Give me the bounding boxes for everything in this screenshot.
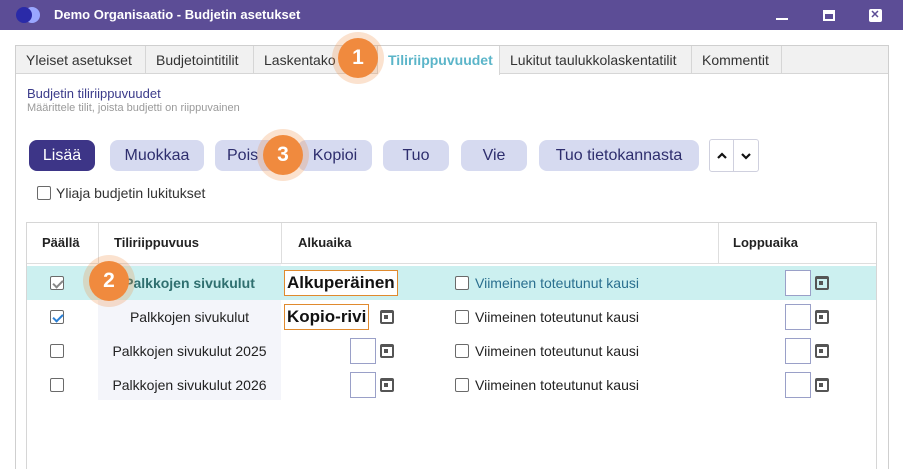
step-badge: 3 — [263, 135, 303, 175]
calendar-icon[interactable] — [815, 310, 829, 324]
edit-button[interactable]: Muokkaa — [110, 140, 204, 171]
tab-account-dependencies[interactable]: Tiliriippuvuudet — [378, 46, 500, 75]
column-header-enabled: Päällä — [42, 235, 80, 250]
table-row[interactable]: Palkkojen sivukulut 2026 Viimeinen toteu… — [27, 368, 876, 402]
start-date-input[interactable] — [350, 372, 376, 398]
add-button[interactable]: Lisää — [29, 140, 95, 171]
end-date-input[interactable] — [785, 338, 811, 364]
move-down-button[interactable] — [734, 140, 758, 171]
end-date-input[interactable] — [785, 372, 811, 398]
table-row[interactable]: Palkkojen sivukulut 2025 Viimeinen toteu… — [27, 334, 876, 368]
column-header-start: Alkuaika — [298, 235, 352, 250]
latest-period-checkbox[interactable] — [455, 310, 469, 324]
end-date-input[interactable] — [785, 270, 811, 296]
window-title: Demo Organisaatio - Budjetin asetukset — [54, 7, 301, 22]
override-locks-checkbox[interactable] — [37, 186, 51, 200]
calendar-icon[interactable] — [815, 276, 829, 290]
latest-period-checkbox[interactable] — [455, 276, 469, 290]
latest-period-checkbox[interactable] — [455, 378, 469, 392]
section-subtitle: Määrittele tilit, joista budjetti on rii… — [27, 102, 240, 114]
step-badge: 1 — [338, 38, 378, 78]
step-badge: 2 — [89, 261, 129, 301]
calendar-icon[interactable] — [815, 344, 829, 358]
calendar-icon[interactable] — [815, 378, 829, 392]
latest-period-label: Viimeinen toteutunut kausi — [475, 275, 639, 291]
settings-panel: Yleiset asetukset Budjetointitilit Laske… — [15, 45, 889, 469]
latest-period-option[interactable]: Viimeinen toteutunut kausi — [455, 300, 639, 334]
override-locks-option[interactable]: Yliaja budjetin lukitukset — [37, 185, 205, 201]
enabled-checkbox[interactable] — [50, 378, 64, 392]
export-button[interactable]: Vie — [461, 140, 527, 171]
minimize-button[interactable] — [767, 0, 797, 30]
calendar-icon[interactable] — [380, 310, 394, 324]
column-header-dependency: Tiliriippuvuus — [114, 235, 199, 250]
enabled-checkbox[interactable] — [50, 310, 64, 324]
minimize-icon — [776, 18, 788, 20]
latest-period-label: Viimeinen toteutunut kausi — [475, 343, 639, 359]
close-icon: ✕ — [868, 8, 882, 22]
move-buttons — [709, 139, 759, 172]
end-date-input[interactable] — [785, 304, 811, 330]
tab-budget-accounts[interactable]: Budjetointitilit — [146, 46, 254, 74]
start-date-input[interactable] — [350, 338, 376, 364]
chevron-up-icon — [716, 151, 727, 159]
start-date-input[interactable]: Alkuperäinen — [284, 270, 398, 296]
tab-locked-spreadsheet-accounts[interactable]: Lukitut taulukkolaskentatilit — [500, 46, 692, 74]
copy-button[interactable]: Kopioi — [298, 140, 372, 171]
start-date-input[interactable]: Kopio-rivi — [284, 304, 370, 330]
section-title: Budjetin tiliriippuvuudet — [27, 86, 161, 101]
latest-period-option[interactable]: Viimeinen toteutunut kausi — [455, 266, 639, 300]
calendar-icon[interactable] — [380, 378, 394, 392]
latest-period-option[interactable]: Viimeinen toteutunut kausi — [455, 368, 639, 402]
window-titlebar: Demo Organisaatio - Budjetin asetukset ✕ — [0, 0, 903, 30]
enabled-checkbox[interactable] — [50, 276, 64, 290]
latest-period-label: Viimeinen toteutunut kausi — [475, 377, 639, 393]
close-button[interactable]: ✕ — [860, 0, 890, 30]
import-from-database-button[interactable]: Tuo tietokannasta — [539, 140, 699, 171]
latest-period-label: Viimeinen toteutunut kausi — [475, 309, 639, 325]
column-header-end: Loppuaika — [733, 235, 799, 250]
tab-bar: Yleiset asetukset Budjetointitilit Laske… — [16, 46, 888, 75]
maximize-button[interactable] — [814, 0, 844, 30]
override-locks-label: Yliaja budjetin lukitukset — [56, 185, 206, 201]
dependency-name: Palkkojen sivukulut 2026 — [112, 377, 267, 393]
maximize-icon — [823, 9, 835, 21]
table-row[interactable]: Palkkojen sivukulut Kopio-rivi Viimeinen… — [27, 300, 876, 334]
dependency-name: Palkkojen sivukulut 2025 — [112, 343, 267, 359]
table-row[interactable]: Palkkojen sivukulut Alkuperäinen Viimein… — [27, 266, 876, 300]
calendar-icon[interactable] — [380, 344, 394, 358]
move-up-button[interactable] — [710, 140, 734, 171]
tab-general-settings[interactable]: Yleiset asetukset — [16, 46, 146, 74]
dependency-name: Palkkojen sivukulut — [129, 309, 250, 325]
dependency-table: Päällä Tiliriippuvuus Alkuaika Loppuaika… — [26, 222, 877, 469]
latest-period-option[interactable]: Viimeinen toteutunut kausi — [455, 334, 639, 368]
import-button[interactable]: Tuo — [383, 140, 449, 171]
app-logo-icon — [16, 6, 42, 24]
latest-period-checkbox[interactable] — [455, 344, 469, 358]
enabled-checkbox[interactable] — [50, 344, 64, 358]
chevron-down-icon — [741, 152, 751, 160]
tab-comments[interactable]: Kommentit — [692, 46, 782, 74]
